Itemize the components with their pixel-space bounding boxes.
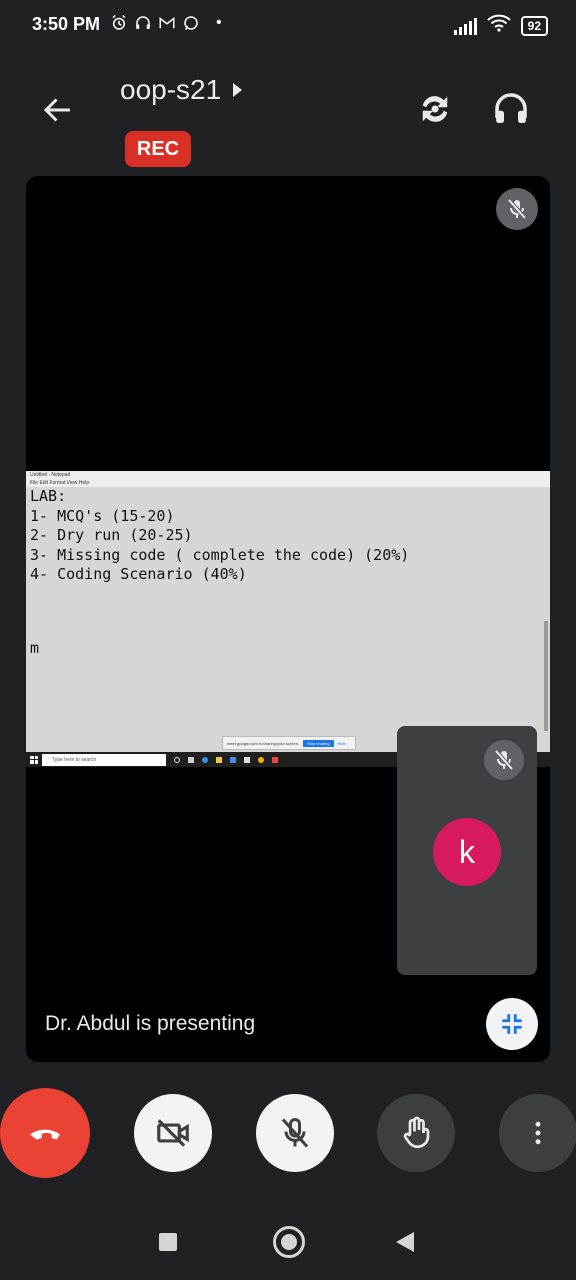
raise-hand-button[interactable] — [377, 1094, 455, 1172]
back-button[interactable] — [40, 92, 76, 128]
taskbar-apps — [174, 756, 278, 763]
text-line: LAB: — [30, 487, 67, 505]
battery-indicator: 92 — [520, 15, 548, 36]
audio-output-button[interactable] — [490, 88, 532, 130]
mic-off-icon — [507, 198, 527, 220]
windows-logo-icon — [30, 755, 38, 764]
headphones-notification-icon — [134, 14, 152, 37]
switch-camera-button[interactable] — [414, 88, 456, 130]
notepad-menu-bar: File Edit Format View Help — [26, 480, 550, 487]
avatar: k — [433, 818, 501, 886]
microphone-toggle-button[interactable] — [256, 1094, 334, 1172]
wifi-icon — [486, 14, 511, 37]
notepad-title-bar: Untitled - Notepad — [26, 471, 550, 480]
recording-badge: REC — [125, 131, 191, 167]
phone-hangup-icon — [30, 1129, 60, 1140]
mic-off-icon — [281, 1118, 309, 1148]
text-line: 2- Dry run (20-25) — [30, 526, 193, 544]
headphones-icon — [495, 93, 527, 123]
end-call-button[interactable] — [0, 1088, 90, 1178]
notepad-scrollbar — [544, 621, 548, 731]
self-mic-off-indicator — [484, 740, 524, 780]
hand-icon — [403, 1116, 430, 1149]
screen-share-notice: meet.google.com is sharing your screen. … — [222, 736, 356, 750]
camera-off-icon — [157, 1119, 189, 1147]
text-line: 4- Coding Scenario (40%) — [30, 565, 247, 583]
shared-screen: Untitled - Notepad File Edit Format View… — [26, 471, 550, 767]
text-line: 1- MCQ's (15-20) — [30, 506, 175, 525]
mic-off-icon — [494, 749, 514, 771]
meeting-title: oop-s21 — [120, 74, 222, 105]
more-vertical-icon — [535, 1121, 541, 1145]
text-line: 3- Missing code ( complete the code) (20… — [30, 545, 410, 564]
signal-icon — [453, 17, 477, 35]
switch-camera-icon — [422, 96, 448, 122]
alarm-icon — [110, 14, 128, 37]
whatsapp-icon — [182, 14, 200, 37]
more-options-button[interactable] — [499, 1094, 576, 1172]
status-notification-icons: • — [110, 14, 222, 37]
system-back-button[interactable] — [396, 1232, 414, 1252]
caret-right-icon — [233, 83, 243, 97]
status-system-icons: 92 — [453, 14, 548, 37]
presenting-label: Dr. Abdul is presenting — [45, 1012, 256, 1035]
hide-button: Hide — [337, 740, 346, 746]
notepad-text: LAB: 1- MCQ's (15-20) 2- Dry run (20-25)… — [30, 487, 409, 585]
camera-toggle-button[interactable] — [134, 1094, 212, 1172]
arrow-left-icon — [43, 98, 70, 122]
status-time: 3:50 PM — [32, 14, 101, 34]
meeting-title-button[interactable]: oop-s21 — [120, 74, 243, 106]
recent-apps-button[interactable] — [159, 1233, 177, 1251]
home-icon — [281, 1234, 297, 1250]
gmail-icon — [158, 14, 176, 37]
stop-sharing-button: Stop sharing — [303, 739, 334, 747]
home-button[interactable] — [273, 1226, 305, 1258]
collapse-button[interactable] — [486, 998, 538, 1050]
taskbar-search: Type here to search — [42, 753, 166, 766]
stray-character: m — [30, 639, 40, 657]
share-notice-text: meet.google.com is sharing your screen. — [227, 740, 300, 746]
fullscreen-exit-icon — [502, 1014, 522, 1034]
status-dot: • — [216, 14, 222, 31]
presenter-mic-off-indicator — [496, 188, 538, 230]
